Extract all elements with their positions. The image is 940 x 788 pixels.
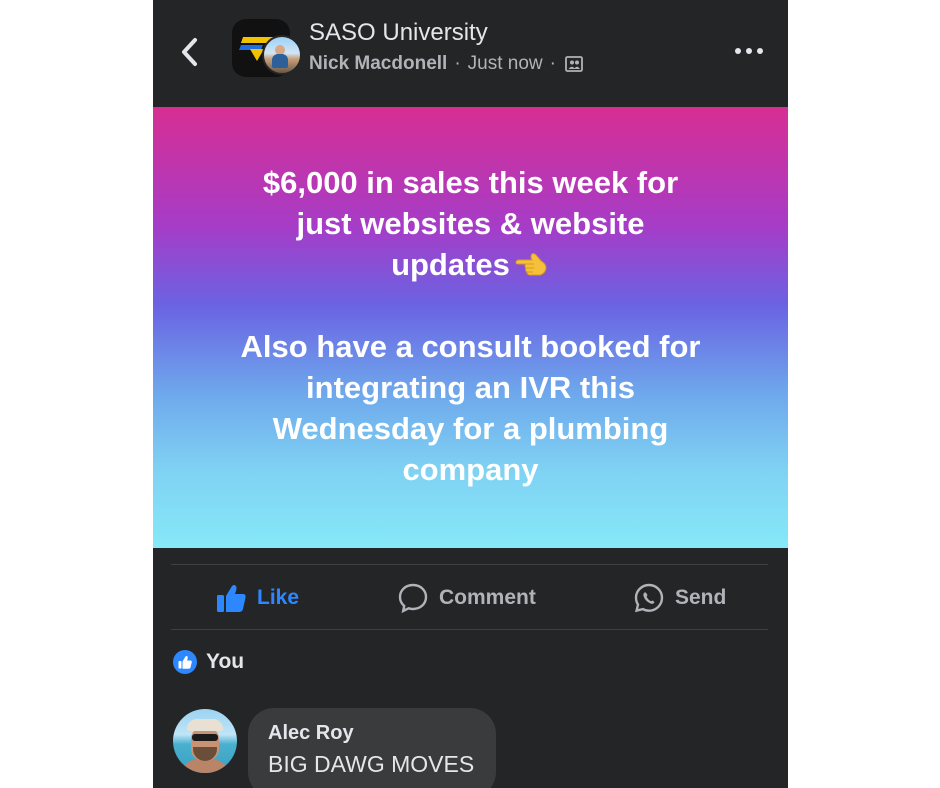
post-screen: SASO University Nick Macdonell · Just no… <box>153 0 788 788</box>
more-options-button[interactable] <box>735 42 763 60</box>
post-meta: Nick Macdonell · Just now · <box>309 53 583 75</box>
hand-pointing-left-icon <box>514 248 550 278</box>
comment-label: Comment <box>439 586 536 609</box>
send-button[interactable]: Send <box>633 580 726 616</box>
chevron-left-icon <box>182 38 197 66</box>
back-button[interactable] <box>177 36 203 68</box>
author-name[interactable]: Nick Macdonell <box>309 53 447 75</box>
divider <box>171 629 768 630</box>
reactor-name: You <box>206 650 245 673</box>
comment-bubble[interactable]: Alec Roy BIG DAWG MOVES <box>248 708 496 788</box>
comment-bubble-icon <box>398 583 428 614</box>
whatsapp-icon <box>634 583 664 613</box>
avatar-hat <box>187 719 223 731</box>
comment-author[interactable]: Alec Roy <box>268 722 354 745</box>
commenter-avatar[interactable] <box>173 709 237 773</box>
meta-separator: · <box>549 53 556 74</box>
reactions-summary[interactable]: You <box>173 650 244 674</box>
comment-button[interactable]: Comment <box>397 580 536 616</box>
post-text-line1: $6,000 in sales this week for just websi… <box>262 165 679 282</box>
dot-icon <box>746 48 752 54</box>
post-header: SASO University Nick Macdonell · Just no… <box>153 0 788 107</box>
post-text-first-paragraph: $6,000 in sales this week for just websi… <box>183 162 758 285</box>
send-label: Send <box>675 586 727 609</box>
group-privacy-icon <box>565 56 583 72</box>
author-avatar-body <box>272 54 288 68</box>
meta-separator: · <box>454 53 461 74</box>
avatar-sunglasses <box>192 734 218 741</box>
author-avatar[interactable] <box>262 35 302 75</box>
like-reaction-icon <box>173 650 197 674</box>
divider <box>171 564 768 565</box>
group-name[interactable]: SASO University <box>309 19 488 47</box>
post-text-second-paragraph: Also have a consult booked for integrati… <box>240 329 701 487</box>
dot-icon <box>757 48 763 54</box>
comment-text: BIG DAWG MOVES <box>268 751 475 777</box>
like-button[interactable]: Like <box>215 580 299 616</box>
like-label: Like <box>257 586 300 609</box>
thumbs-up-icon <box>217 585 246 612</box>
avatar-shoulders <box>179 759 231 773</box>
post-timestamp[interactable]: Just now <box>468 53 543 75</box>
dot-icon <box>735 48 741 54</box>
